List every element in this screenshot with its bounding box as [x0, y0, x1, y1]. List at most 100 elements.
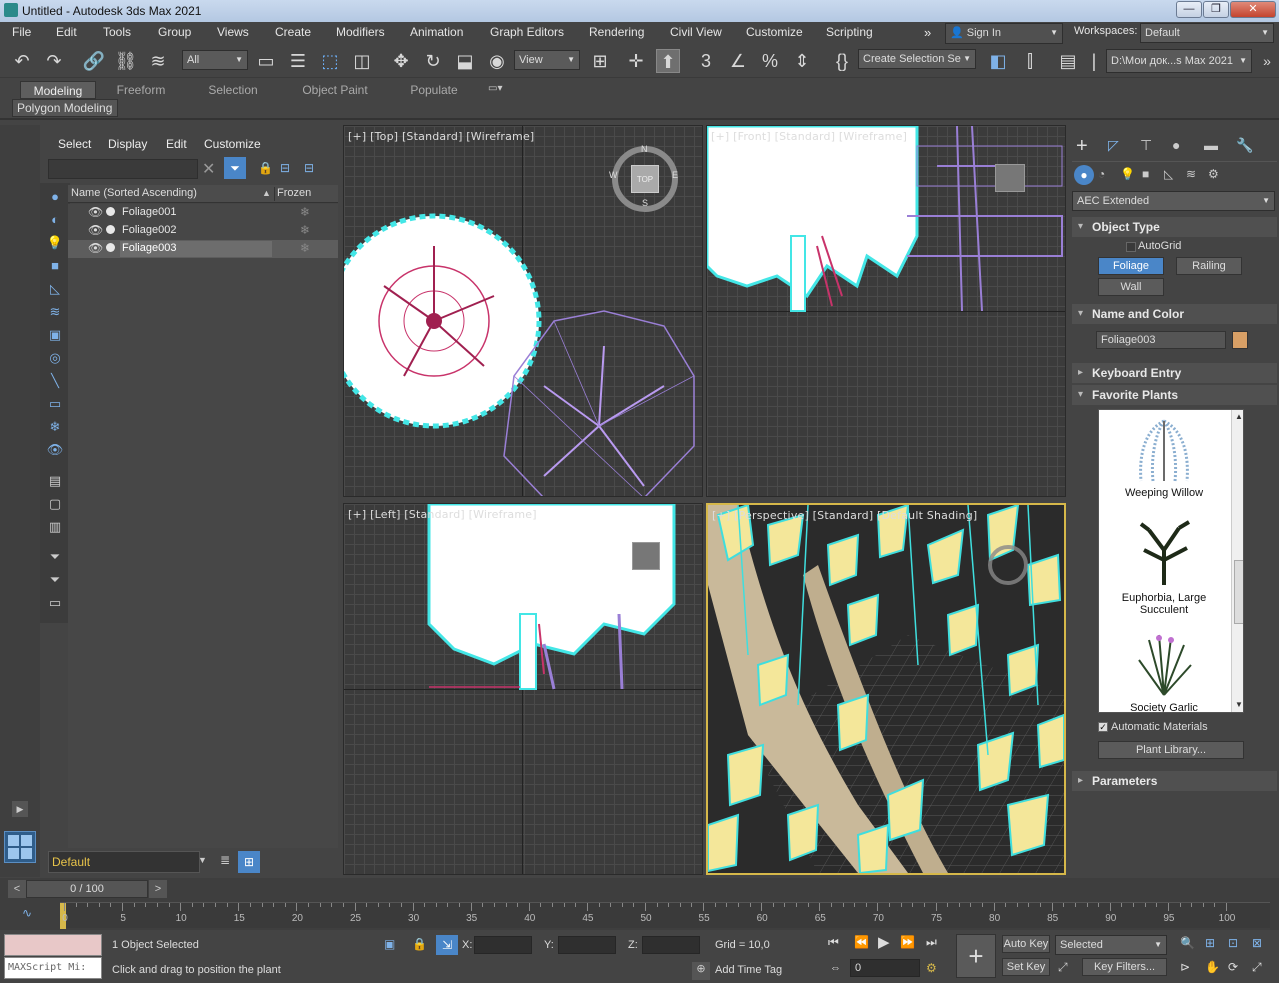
menu-modifiers[interactable]: Modifiers: [336, 25, 385, 39]
hierarchy-tab-icon[interactable]: ⊤: [1140, 137, 1152, 154]
object-color-swatch[interactable]: [1232, 331, 1248, 349]
maximize-button[interactable]: ❐: [1203, 1, 1229, 18]
select-manipulate-icon[interactable]: ✛: [624, 49, 648, 73]
rollout-name-and-color[interactable]: Name and Color: [1072, 304, 1277, 324]
display-spacewarps-icon[interactable]: ≋: [45, 304, 65, 322]
column-frozen-header[interactable]: Frozen: [277, 187, 311, 199]
move-icon[interactable]: ✥: [389, 49, 413, 73]
absolute-transform-icon[interactable]: ⇲: [436, 935, 458, 955]
isolate-selection-icon[interactable]: ▣: [384, 937, 395, 951]
pan-icon[interactable]: ✋: [1205, 960, 1220, 974]
play-icon[interactable]: ▶: [878, 933, 890, 951]
object-category-dropdown[interactable]: AEC Extended ▼: [1072, 191, 1275, 211]
visibility-eye-icon[interactable]: 👁: [88, 205, 103, 219]
key-filters-button[interactable]: Key Filters...: [1082, 958, 1167, 976]
mirror-icon[interactable]: ◧: [986, 49, 1010, 73]
auto-key-button[interactable]: Auto Key: [1002, 935, 1050, 953]
menu-edit[interactable]: Edit: [56, 25, 77, 39]
snaps-toggle-icon[interactable]: 3: [694, 49, 718, 73]
explorer-menu-customize[interactable]: Customize: [204, 137, 261, 151]
expand-arrow-icon[interactable]: ▶: [12, 801, 28, 817]
workspace-dropdown[interactable]: Default ▼: [1140, 23, 1274, 43]
maxscript-listener-output[interactable]: [4, 934, 102, 956]
menu-overflow-icon[interactable]: »: [924, 25, 931, 40]
viewport-front[interactable]: [+] [Front] [Standard] [Wireframe]: [706, 125, 1066, 497]
ribbon-options-icon[interactable]: ▭▾: [488, 83, 502, 94]
autogrid-checkbox[interactable]: [1126, 242, 1136, 252]
shapes-category-icon[interactable]: ◔: [1098, 167, 1105, 181]
rollout-favorite-plants[interactable]: Favorite Plants: [1072, 385, 1277, 405]
plant-list[interactable]: Weeping Willow Euphorbia, Large Succulen…: [1098, 409, 1244, 713]
undo-icon[interactable]: ↶: [10, 49, 34, 73]
motion-tab-icon[interactable]: ●: [1172, 137, 1180, 153]
tab-selection[interactable]: Selection: [194, 81, 272, 99]
add-time-tag[interactable]: Add Time Tag: [715, 964, 782, 976]
menu-civil-view[interactable]: Civil View: [670, 25, 722, 39]
rotate-icon[interactable]: ↻: [421, 49, 445, 73]
zoom-extents-icon[interactable]: ⊡: [1228, 936, 1238, 950]
plant-item-society-garlic[interactable]: Society Garlic: [1099, 630, 1229, 712]
display-none-icon[interactable]: ▢: [45, 496, 65, 514]
display-invert-icon[interactable]: ▥: [45, 519, 65, 537]
object-name-input[interactable]: Foliage003: [1096, 331, 1226, 349]
set-key-big-button[interactable]: +: [956, 934, 996, 978]
rollout-object-type[interactable]: Object Type: [1072, 217, 1277, 237]
menu-scripting[interactable]: Scripting: [826, 25, 873, 39]
plant-list-scrollbar[interactable]: ▲ ▼: [1231, 410, 1243, 712]
angle-snap-icon[interactable]: ∠: [726, 49, 750, 73]
layers-icon[interactable]: ≣: [214, 853, 236, 873]
display-helpers-icon[interactable]: ◺: [45, 281, 65, 299]
menu-animation[interactable]: Animation: [410, 25, 463, 39]
tab-populate[interactable]: Populate: [398, 81, 470, 99]
list-item[interactable]: 👁 Foliage001 ❄: [68, 204, 338, 222]
menu-views[interactable]: Views: [217, 25, 249, 39]
reference-coordinate-dropdown[interactable]: View ▼: [514, 50, 580, 70]
zoom-icon[interactable]: 🔍: [1180, 936, 1195, 950]
redo-icon[interactable]: ↷: [42, 49, 66, 73]
display-hidden-icon[interactable]: 👁: [45, 442, 65, 460]
tab-object-paint[interactable]: Object Paint: [290, 81, 380, 99]
clear-search-icon[interactable]: ✕: [202, 159, 215, 179]
y-coordinate-field[interactable]: [558, 936, 616, 954]
visibility-eye-icon[interactable]: 👁: [88, 241, 103, 255]
bind-space-warp-icon[interactable]: ≋: [146, 49, 170, 73]
create-tab-icon[interactable]: +: [1076, 135, 1088, 158]
visibility-eye-icon[interactable]: 👁: [88, 223, 103, 237]
selection-filter-dropdown[interactable]: All ▼: [182, 50, 248, 70]
spinner-snap-icon[interactable]: ⇕: [790, 49, 814, 73]
sign-in-dropdown[interactable]: 👤 Sign In ▼: [945, 23, 1063, 44]
default-in-out-tangent-icon[interactable]: ⤢: [1058, 960, 1068, 975]
viewcube-compass[interactable]: TOP N S E W: [609, 144, 678, 212]
track-bar[interactable]: 0 5 10 15 20 25 30 35 40 45 50 55 60 65 70 75 80 85 90 95 10…: [60, 902, 1270, 929]
next-frame-icon[interactable]: ⏩: [900, 935, 915, 949]
select-by-name-icon[interactable]: ☰: [286, 49, 310, 73]
time-slider-next[interactable]: >: [149, 880, 167, 898]
frozen-snowflake-icon[interactable]: ❄: [300, 205, 310, 219]
project-path-dropdown[interactable]: D:\Мои док...s Max 2021 ▼: [1106, 49, 1252, 73]
filter-funnel-icon[interactable]: ⏷: [45, 572, 65, 590]
menu-graph-editors[interactable]: Graph Editors: [490, 25, 564, 39]
display-xrefs-icon[interactable]: ◎: [45, 350, 65, 368]
helpers-category-icon[interactable]: ◺: [1164, 167, 1173, 181]
column-name-header[interactable]: Name (Sorted Ascending): [71, 187, 197, 199]
polygon-modeling-panel[interactable]: Polygon Modeling: [12, 99, 118, 117]
toolbar-overflow-icon[interactable]: »: [1255, 49, 1279, 73]
pivot-center-icon[interactable]: ⊞: [588, 49, 612, 73]
menu-rendering[interactable]: Rendering: [589, 25, 644, 39]
previous-frame-icon[interactable]: ⏪: [854, 935, 869, 949]
list-item[interactable]: 👁 Foliage002 ❄: [68, 222, 338, 240]
layer-explorer-icon[interactable]: ▤: [1056, 49, 1080, 73]
go-to-start-icon[interactable]: ⏮: [828, 935, 839, 950]
key-set-dropdown[interactable]: Selected ▼: [1055, 935, 1167, 955]
rollout-keyboard-entry[interactable]: Keyboard Entry: [1072, 363, 1277, 383]
named-selection-dropdown[interactable]: Create Selection Se ▼: [858, 49, 976, 69]
explorer-menu-select[interactable]: Select: [58, 137, 91, 151]
viewport-top[interactable]: TOP N S E W [+] [Top] [Standard] [Wirefr…: [343, 125, 703, 497]
viewport-label-left[interactable]: [+] [Left] [Standard] [Wireframe]: [348, 508, 537, 521]
viewcube-face[interactable]: TOP: [631, 165, 659, 193]
viewport-label-perspective[interactable]: [+] [Perspective] [Standard] [Default Sh…: [712, 509, 977, 522]
scroll-up-icon[interactable]: ▲: [1235, 412, 1243, 421]
menu-tools[interactable]: Tools: [103, 25, 131, 39]
orbit-icon[interactable]: ⟳: [1228, 960, 1238, 974]
frozen-snowflake-icon[interactable]: ❄: [300, 241, 310, 255]
